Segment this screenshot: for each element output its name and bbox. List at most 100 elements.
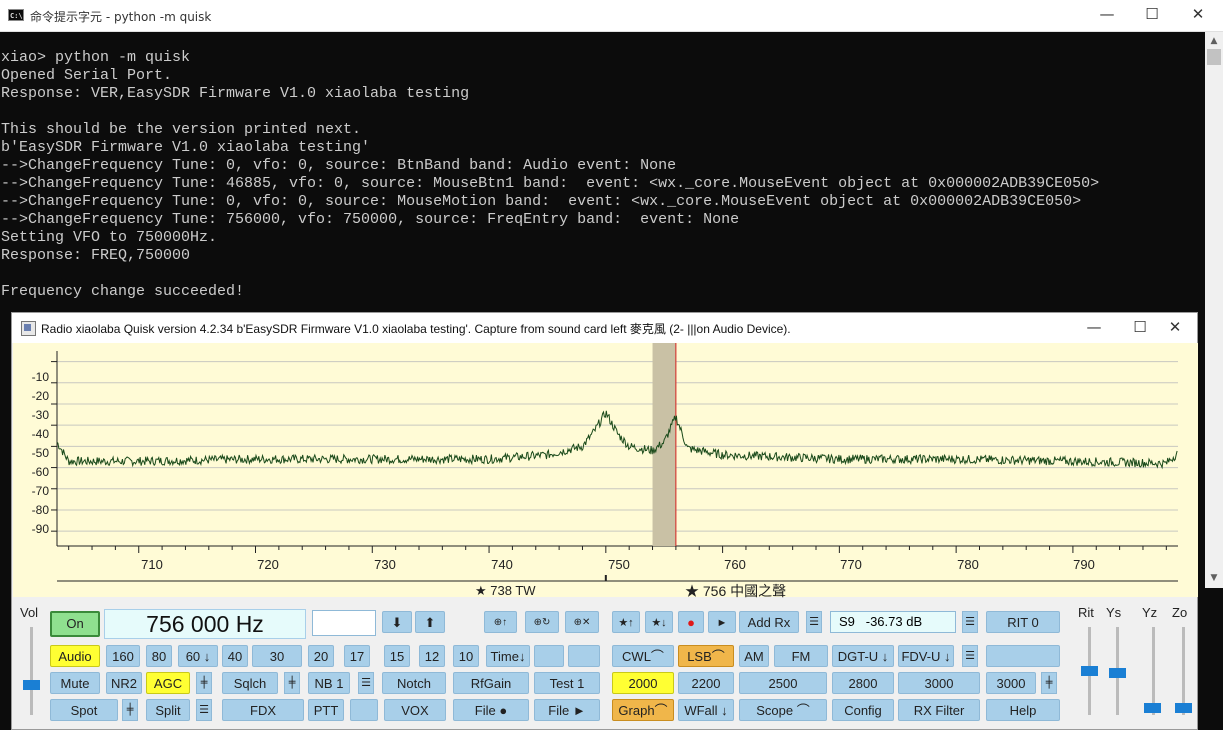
star-up-button[interactable]: ★↑	[612, 611, 640, 633]
split-menu-icon[interactable]: ☰	[196, 699, 212, 721]
smeter-menu-icon[interactable]: ☰	[962, 611, 978, 633]
record-button[interactable]: ●	[678, 611, 704, 633]
nb1-button[interactable]: NB 1	[308, 672, 350, 694]
rx-filter-button[interactable]: RX Filter	[898, 699, 980, 721]
help-button[interactable]: Help	[986, 699, 1060, 721]
time-band-button[interactable]: Time↓	[486, 645, 530, 667]
agc-button[interactable]: AGC	[146, 672, 190, 694]
list-menu-icon[interactable]: ☰	[806, 611, 822, 633]
notch-button[interactable]: Notch	[382, 672, 446, 694]
filter-adjust-icon[interactable]: ╪	[1041, 672, 1057, 694]
mute-button[interactable]: Mute	[50, 672, 100, 694]
zo-slider-handle[interactable]	[1175, 703, 1192, 713]
am-mode-button[interactable]: AM	[739, 645, 769, 667]
maximize-button[interactable]: ☐	[1130, 0, 1174, 29]
console-scrollbar[interactable]: ▲ ▼	[1205, 32, 1223, 588]
add-rx-button[interactable]: Add Rx	[739, 611, 799, 633]
console-line: -->ChangeFrequency Tune: 0, vfo: 0, sour…	[1, 193, 1082, 210]
quisk-minimize-button[interactable]: —	[1072, 313, 1116, 342]
squelch-button[interactable]: Sqlch	[222, 672, 278, 694]
lsb-mode-button[interactable]: LSB⌒	[678, 645, 734, 667]
filter-2200-button[interactable]: 2200	[678, 672, 734, 694]
x-tick-label: 760	[724, 557, 746, 572]
scope-button[interactable]: Scope ⌒	[739, 699, 827, 721]
frequency-display[interactable]: 756 000 Hz	[104, 609, 306, 639]
mem-recall-button[interactable]: ⊕↻	[525, 611, 559, 633]
freq-up-button[interactable]: ⬆	[415, 611, 445, 633]
file-record-button[interactable]: File ●	[453, 699, 529, 721]
band-40-button[interactable]: 40	[222, 645, 248, 667]
rfgain-button[interactable]: RfGain	[453, 672, 529, 694]
band-15-button[interactable]: 15	[384, 645, 410, 667]
ptt-button[interactable]: PTT	[308, 699, 344, 721]
filter-2000-button[interactable]: 2000	[612, 672, 674, 694]
band-17-button[interactable]: 17	[344, 645, 370, 667]
mode-menu-icon[interactable]: ☰	[962, 645, 978, 667]
station-label-756[interactable]: ★ 756 中國之聲	[685, 581, 786, 601]
band-12-button[interactable]: 12	[419, 645, 445, 667]
x-tick-label: 770	[840, 557, 862, 572]
nr2-button[interactable]: NR2	[106, 672, 142, 694]
ys-slider-handle[interactable]	[1109, 668, 1126, 678]
spot-button[interactable]: Spot	[50, 699, 118, 721]
console-output[interactable]: xiao> python -m quisk Opened Serial Port…	[0, 32, 1203, 322]
on-button[interactable]: On	[50, 611, 100, 637]
zo-slider-track[interactable]	[1182, 627, 1185, 715]
cwl-mode-button[interactable]: CWL⌒	[612, 645, 674, 667]
frequency-entry[interactable]	[312, 610, 376, 636]
band-80-button[interactable]: 80	[146, 645, 172, 667]
station-label-738-text: 738 TW	[490, 583, 536, 598]
filter-3000-custom-button[interactable]: 3000	[986, 672, 1036, 694]
waterfall-button[interactable]: WFall ↓	[678, 699, 734, 721]
scroll-up-arrow-icon[interactable]: ▲	[1205, 33, 1223, 49]
split-button[interactable]: Split	[146, 699, 190, 721]
vol-slider-handle[interactable]	[23, 680, 40, 690]
test1-button[interactable]: Test 1	[534, 672, 600, 694]
band-160-button[interactable]: 160	[106, 645, 140, 667]
nb-menu-icon[interactable]: ☰	[358, 672, 374, 694]
freq-down-button[interactable]: ⬇	[382, 611, 412, 633]
vol-slider-track[interactable]	[30, 627, 33, 715]
mem-clear-button[interactable]: ⊕✕	[565, 611, 599, 633]
band-20-button[interactable]: 20	[308, 645, 334, 667]
yz-slider-handle[interactable]	[1144, 703, 1161, 713]
fdv-u-mode-button[interactable]: FDV-U ↓	[898, 645, 954, 667]
empty-mode-button[interactable]	[986, 645, 1060, 667]
graph-button[interactable]: Graph⌒	[612, 699, 674, 721]
scroll-down-arrow-icon[interactable]: ▼	[1205, 570, 1223, 586]
station-label-738[interactable]: ★ 738 TW	[475, 583, 536, 599]
band-60-button[interactable]: 60 ↓	[178, 645, 218, 667]
scroll-thumb[interactable]	[1207, 49, 1221, 65]
minimize-button[interactable]: —	[1085, 0, 1129, 29]
empty-button-row3[interactable]	[350, 699, 378, 721]
mem-up-button[interactable]: ⊕↑	[484, 611, 517, 633]
vox-button[interactable]: VOX	[384, 699, 446, 721]
quisk-title: Radio xiaolaba Quisk version 4.2.34 b'Ea…	[41, 322, 791, 336]
quisk-close-button[interactable]: ✕	[1153, 313, 1197, 342]
dgt-u-mode-button[interactable]: DGT-U ↓	[832, 645, 894, 667]
rit-slider-handle[interactable]	[1081, 666, 1098, 676]
spectrum-graph[interactable]: -10 -20 -30 -40 -50 -60 -70 -80 -90 710 …	[13, 343, 1198, 599]
spot-adjust-icon[interactable]: ╪	[122, 699, 138, 721]
squelch-adjust-icon[interactable]: ╪	[284, 672, 300, 694]
fdx-button[interactable]: FDX	[222, 699, 304, 721]
band-30-button[interactable]: 30	[252, 645, 302, 667]
station-label-756-text: 756 中國之聲	[702, 583, 787, 599]
star-down-button[interactable]: ★↓	[645, 611, 673, 633]
fm-mode-button[interactable]: FM	[774, 645, 828, 667]
audio-band-button[interactable]: Audio	[50, 645, 100, 667]
agc-adjust-icon[interactable]: ╪	[196, 672, 212, 694]
play-button[interactable]: ►	[708, 611, 736, 633]
band-10-button[interactable]: 10	[453, 645, 479, 667]
filter-2800-button[interactable]: 2800	[832, 672, 894, 694]
yz-slider-track[interactable]	[1152, 627, 1155, 715]
config-button[interactable]: Config	[832, 699, 894, 721]
filter-3000-button[interactable]: 3000	[898, 672, 980, 694]
file-play-button[interactable]: File ►	[534, 699, 600, 721]
empty-band-button-2[interactable]	[568, 645, 600, 667]
filter-2500-button[interactable]: 2500	[739, 672, 827, 694]
cmd-icon: C:\	[8, 9, 24, 21]
empty-band-button-1[interactable]	[534, 645, 564, 667]
close-button[interactable]: ✕	[1176, 0, 1220, 29]
rit-button[interactable]: RIT 0	[986, 611, 1060, 633]
